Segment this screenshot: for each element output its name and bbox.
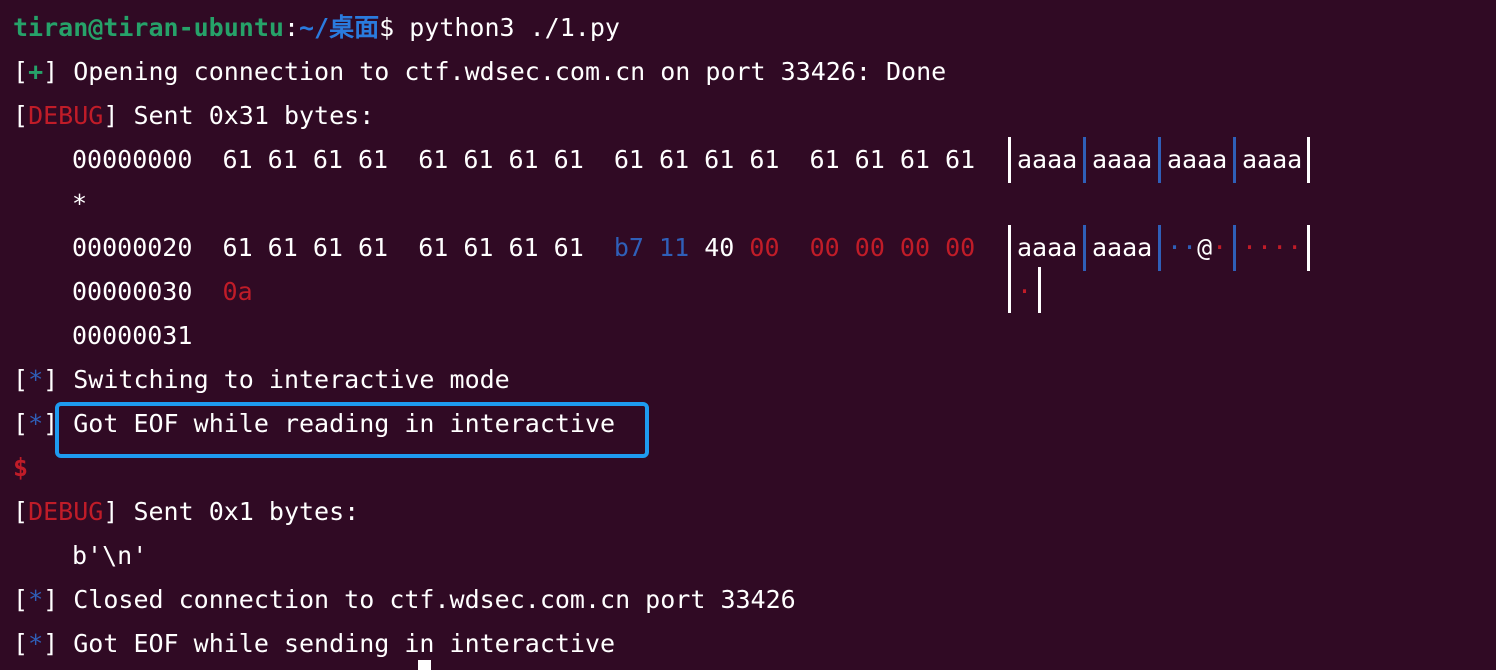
hexdump-repeat-star: *: [72, 189, 88, 218]
shell-prompt-line: tiran@tiran-ubuntu:~/桌面$ python3 ./1.py: [13, 6, 620, 50]
switching-line: [*] Switching to interactive mode: [13, 365, 510, 394]
highlight-box: [55, 402, 649, 458]
hex-bytes: 61 61 61 61 61 61 61 61: [222, 233, 614, 262]
prompt-command: python3 ./1.py: [394, 13, 620, 42]
ascii-chunk: aaaa: [1167, 145, 1228, 174]
ascii-chunk: ····: [1242, 233, 1303, 262]
status-plus: +: [28, 57, 44, 86]
prompt-dollar: $: [379, 13, 395, 42]
hex-bytes: 0a: [222, 277, 253, 306]
ascii-chunk: ·: [1017, 277, 1033, 306]
hexdump-row-2: 00000020 61 61 61 61 61 61 61 61 b7 11 4…: [72, 226, 975, 270]
sent-text-2: Sent 0x1 bytes:: [118, 497, 360, 526]
prompt-user-host: tiran@tiran-ubuntu: [13, 13, 284, 42]
debug-sent-line-2: [DEBUG] Sent 0x1 bytes:: [13, 497, 360, 526]
debug-tag: DEBUG: [28, 101, 104, 130]
debug-sent-line-1: [DEBUG] Sent 0x31 bytes:: [13, 101, 375, 130]
debug-tag: DEBUG: [28, 497, 104, 526]
hexdump-row-4: 00000031: [72, 321, 193, 350]
hex-byte-40: 40: [704, 233, 735, 262]
ascii-chunk: aaaa: [1092, 145, 1153, 174]
eof-sending-text: Got EOF while sending in interactive: [58, 629, 616, 658]
opening-text: Opening connection to ctf.wdsec.com.cn o…: [58, 57, 947, 86]
ascii-chunk: ··@·: [1167, 233, 1228, 262]
hex-offset: 00000020: [72, 233, 193, 262]
hex-offset: 00000030: [72, 277, 193, 306]
hex-byte-00: 00: [749, 233, 780, 262]
ascii-chunk: aaaa: [1092, 233, 1153, 262]
eof-sending-line: [*] Got EOF while sending in interactive: [13, 629, 616, 658]
ascii-chunk: aaaa: [1017, 233, 1078, 262]
closed-connection-line: [*] Closed connection to ctf.wdsec.com.c…: [13, 585, 796, 614]
hexdump-row-3: 00000030 0a: [72, 270, 253, 314]
prompt-path: ~/桌面: [299, 13, 380, 42]
ascii-chunk: aaaa: [1242, 145, 1303, 174]
terminal-window[interactable]: tiran@tiran-ubuntu:~/桌面$ python3 ./1.py …: [0, 0, 1496, 670]
hex-offset: 00000000: [72, 145, 193, 174]
opening-connection-line: [+] Opening connection to ctf.wdsec.com.…: [13, 57, 947, 86]
prompt-separator: :: [283, 13, 299, 42]
hex-bytes-zero: 00 00 00 00: [809, 233, 976, 262]
sent-text-1: Sent 0x31 bytes:: [118, 101, 375, 130]
hex-bytes: 61 61 61 61 61 61 61 61 61 61 61 61 61 6…: [222, 145, 976, 174]
ascii-chunk: aaaa: [1017, 145, 1078, 174]
hex-byte-11: 11: [659, 233, 690, 262]
terminal-cursor: [418, 660, 431, 670]
status-star: *: [28, 629, 44, 658]
bytes-repr-line: b'\n': [72, 541, 148, 570]
status-star: *: [28, 365, 44, 394]
status-star: *: [28, 409, 44, 438]
switching-text: Switching to interactive mode: [58, 365, 510, 394]
hexdump-row-1: 00000000 61 61 61 61 61 61 61 61 61 61 6…: [72, 138, 975, 182]
hex-byte-b7: b7: [613, 233, 644, 262]
closed-text: Closed connection to ctf.wdsec.com.cn po…: [58, 585, 796, 614]
interactive-dollar-prompt: $: [13, 453, 29, 482]
status-star: *: [28, 585, 44, 614]
